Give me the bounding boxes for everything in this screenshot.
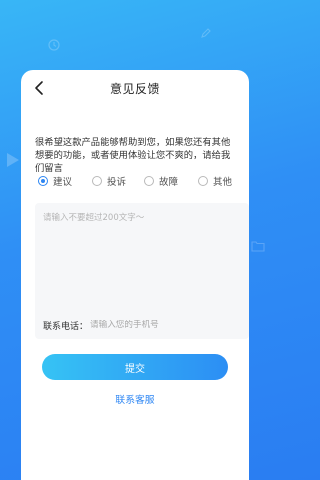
radio-circle xyxy=(38,176,48,186)
radio-label: 故障 xyxy=(159,177,179,188)
feedback-content-textarea[interactable] xyxy=(35,203,249,317)
phone-label: 联系电话： xyxy=(43,321,89,332)
radio-complaint[interactable]: 投诉 xyxy=(92,174,126,188)
folder-icon xyxy=(251,237,265,256)
radio-circle xyxy=(144,176,154,186)
radio-label: 建议 xyxy=(53,177,73,188)
radio-circle xyxy=(92,176,102,186)
clock-icon xyxy=(48,36,60,55)
contact-service-link[interactable]: 联系客服 xyxy=(0,392,270,406)
radio-other[interactable]: 其他 xyxy=(198,174,232,188)
feedback-type-group: 建议 投诉 故障 其他 xyxy=(38,174,252,190)
submit-button[interactable]: 提交 xyxy=(42,354,228,380)
radio-label: 投诉 xyxy=(107,177,127,188)
radio-fault[interactable]: 故障 xyxy=(144,174,178,188)
edit-icon xyxy=(200,24,212,43)
play-icon xyxy=(2,150,22,174)
header: 意见反馈 xyxy=(21,70,249,106)
phone-input[interactable] xyxy=(90,320,241,330)
intro-text: 很希望这款产品能够帮助到您，如果您还有其他想要的功能，或者使用体验让您不爽的，请… xyxy=(35,137,231,174)
radio-label: 其他 xyxy=(213,177,233,188)
radio-circle xyxy=(198,176,208,186)
page-title: 意见反馈 xyxy=(109,82,160,96)
phone-row: 联系电话： xyxy=(35,311,249,339)
radio-suggestion[interactable]: 建议 xyxy=(38,174,72,188)
